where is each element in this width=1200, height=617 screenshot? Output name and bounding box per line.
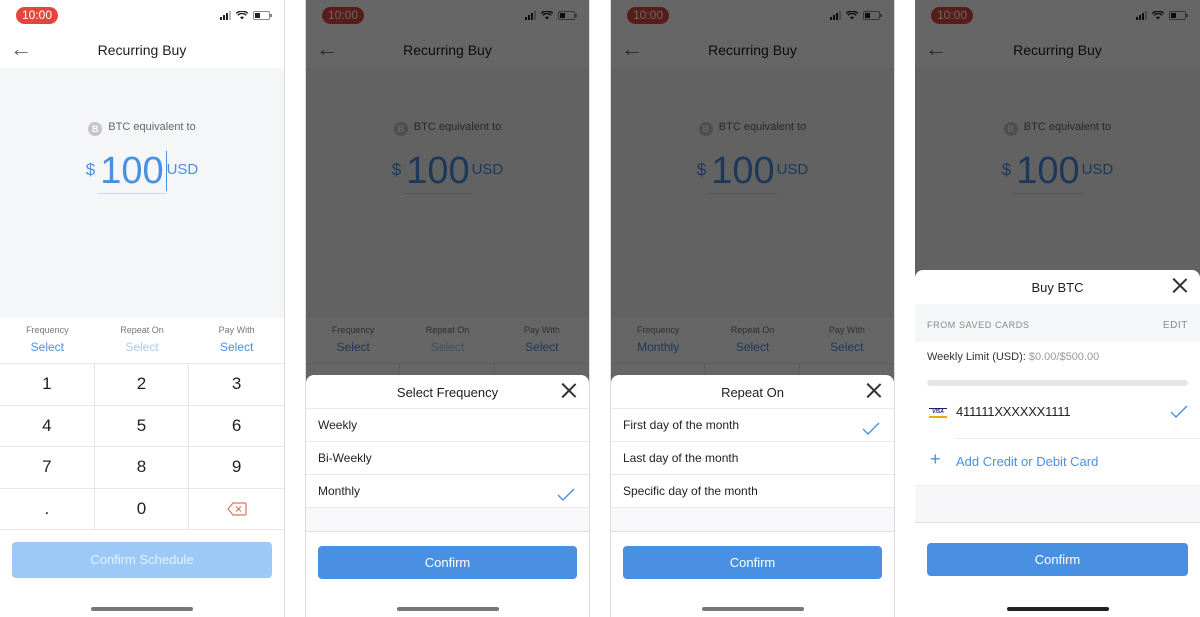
sheet-title: Buy BTC <box>1031 280 1084 295</box>
key-7[interactable]: 7 <box>0 447 95 489</box>
nav-bar: ← Recurring Buy <box>0 32 284 68</box>
plus-icon: + <box>930 449 941 469</box>
option-item[interactable]: Specific day of the month <box>611 475 894 508</box>
close-icon[interactable] <box>1172 277 1188 293</box>
option-label: First day of the month <box>623 418 740 432</box>
pay-with-value[interactable]: Select <box>189 340 284 354</box>
home-indicator <box>1006 607 1109 611</box>
saved-cards-label: FROM SAVED CARDS <box>927 320 1030 330</box>
amount-input[interactable]: $100USD <box>0 150 284 194</box>
confirm-button[interactable]: Confirm <box>623 546 882 579</box>
weekly-limit-value: $0.00/$500.00 <box>1028 351 1100 363</box>
bitcoin-icon: B <box>88 122 103 136</box>
screen-pay-with: 10:00 ← Recurring Buy BBTC equivalent to… <box>915 0 1200 617</box>
close-icon[interactable] <box>866 382 882 398</box>
status-time: 10:00 <box>16 7 58 24</box>
schedule-selectors: Frequency Select Repeat On Select Pay Wi… <box>0 318 284 364</box>
screen-select-frequency: 10:00 ← Recurring Buy BBTC equivalent to… <box>305 0 590 617</box>
key-9[interactable]: 9 <box>189 447 284 489</box>
confirm-button[interactable]: Confirm <box>318 546 577 579</box>
option-item[interactable]: Last day of the month <box>611 442 894 475</box>
sheet-header: Repeat On <box>611 375 894 409</box>
backspace-icon <box>226 502 247 516</box>
weekly-limit: Weekly Limit (USD): $0.00/$500.00 <box>915 342 1200 380</box>
repeat-on-selector[interactable]: Repeat On Select <box>95 318 190 363</box>
system-icons <box>220 11 272 20</box>
frequency-sheet: Select Frequency Weekly Bi-Weekly Monthly … <box>306 375 589 617</box>
sheet-title: Repeat On <box>721 385 784 400</box>
screen-amount-entry: 10:00 ← Recurring Buy B BTC equivalent to… <box>0 0 285 617</box>
battery-icon <box>253 11 272 20</box>
key-4[interactable]: 4 <box>0 405 95 447</box>
sheet-header: Buy BTC <box>915 270 1200 304</box>
btc-equivalent-label: BTC equivalent to <box>108 121 196 133</box>
currency-symbol: $ <box>85 160 96 179</box>
checkmark-icon <box>557 482 575 501</box>
sheet-spacer <box>611 508 894 532</box>
confirm-schedule-button[interactable]: Confirm Schedule <box>12 542 272 578</box>
key-0[interactable]: 0 <box>94 488 190 530</box>
status-bar: 10:00 <box>0 0 284 32</box>
sheet-spacer <box>306 508 589 532</box>
edit-button[interactable]: EDIT <box>1163 320 1188 331</box>
buy-btc-sheet: Buy BTC FROM SAVED CARDS EDIT Weekly Lim… <box>915 270 1200 617</box>
home-indicator <box>91 607 193 611</box>
sheet-header: Select Frequency <box>306 375 589 409</box>
home-indicator <box>396 607 499 611</box>
confirm-button[interactable]: Confirm <box>927 543 1188 576</box>
card-number: 411111XXXXXX1111 <box>956 404 1071 419</box>
weekly-limit-progress <box>927 380 1188 386</box>
repeat-on-value[interactable]: Select <box>95 340 190 354</box>
option-item[interactable]: First day of the month <box>611 409 894 442</box>
saved-cards-header: FROM SAVED CARDS EDIT <box>915 304 1200 342</box>
wifi-icon <box>236 11 248 20</box>
weekly-limit-label: Weekly Limit (USD): <box>927 351 1026 363</box>
page-title: Recurring Buy <box>97 42 187 58</box>
pay-with-label: Pay With <box>218 325 255 335</box>
frequency-options: Weekly Bi-Weekly Monthly <box>306 409 589 508</box>
key-decimal[interactable]: . <box>0 488 95 530</box>
pay-with-selector[interactable]: Pay With Select <box>189 318 284 363</box>
home-indicator <box>701 607 804 611</box>
sheet-spacer <box>915 485 1200 523</box>
key-2[interactable]: 2 <box>94 364 190 406</box>
signal-icon <box>220 11 231 20</box>
add-card-button[interactable]: + Add Credit or Debit Card <box>915 439 1200 485</box>
key-5[interactable]: 5 <box>94 405 190 447</box>
option-item[interactable]: Monthly <box>306 475 589 508</box>
visa-icon: VISA <box>929 408 947 418</box>
frequency-label: Frequency <box>26 325 69 335</box>
close-icon[interactable] <box>561 382 577 398</box>
btc-equivalent: B BTC equivalent to <box>0 121 284 136</box>
option-label: Bi-Weekly <box>318 451 372 465</box>
option-label: Weekly <box>318 418 358 432</box>
option-label: Specific day of the month <box>623 484 758 498</box>
frequency-value[interactable]: Select <box>0 340 95 354</box>
amount-value[interactable]: 100 <box>98 150 166 194</box>
key-8[interactable]: 8 <box>94 447 190 489</box>
option-item[interactable]: Weekly <box>306 409 589 442</box>
frequency-selector[interactable]: Frequency Select <box>0 318 95 363</box>
option-label: Last day of the month <box>623 451 739 465</box>
key-1[interactable]: 1 <box>0 364 95 406</box>
checkmark-icon <box>1170 405 1188 418</box>
saved-card-row[interactable]: VISA 411111XXXXXX1111 <box>915 390 1200 438</box>
key-3[interactable]: 3 <box>189 364 284 406</box>
option-label: Monthly <box>318 484 361 498</box>
checkmark-icon <box>862 416 880 435</box>
key-6[interactable]: 6 <box>189 406 284 447</box>
sheet-title: Select Frequency <box>396 385 499 400</box>
add-card-label: Add Credit or Debit Card <box>956 454 1099 469</box>
repeat-on-sheet: Repeat On First day of the month Last day… <box>611 375 894 617</box>
amount-area: B BTC equivalent to $100USD <box>0 68 284 318</box>
numeric-keypad: 123 456 789.0 <box>0 364 284 530</box>
key-backspace[interactable] <box>189 489 284 530</box>
screen-repeat-on: 10:00 ← Recurring Buy BBTC equivalent to… <box>610 0 895 617</box>
option-item[interactable]: Bi-Weekly <box>306 442 589 475</box>
currency-unit: USD <box>166 161 199 178</box>
repeat-on-options: First day of the month Last day of the mo… <box>611 409 894 508</box>
repeat-on-label: Repeat On <box>120 325 164 335</box>
